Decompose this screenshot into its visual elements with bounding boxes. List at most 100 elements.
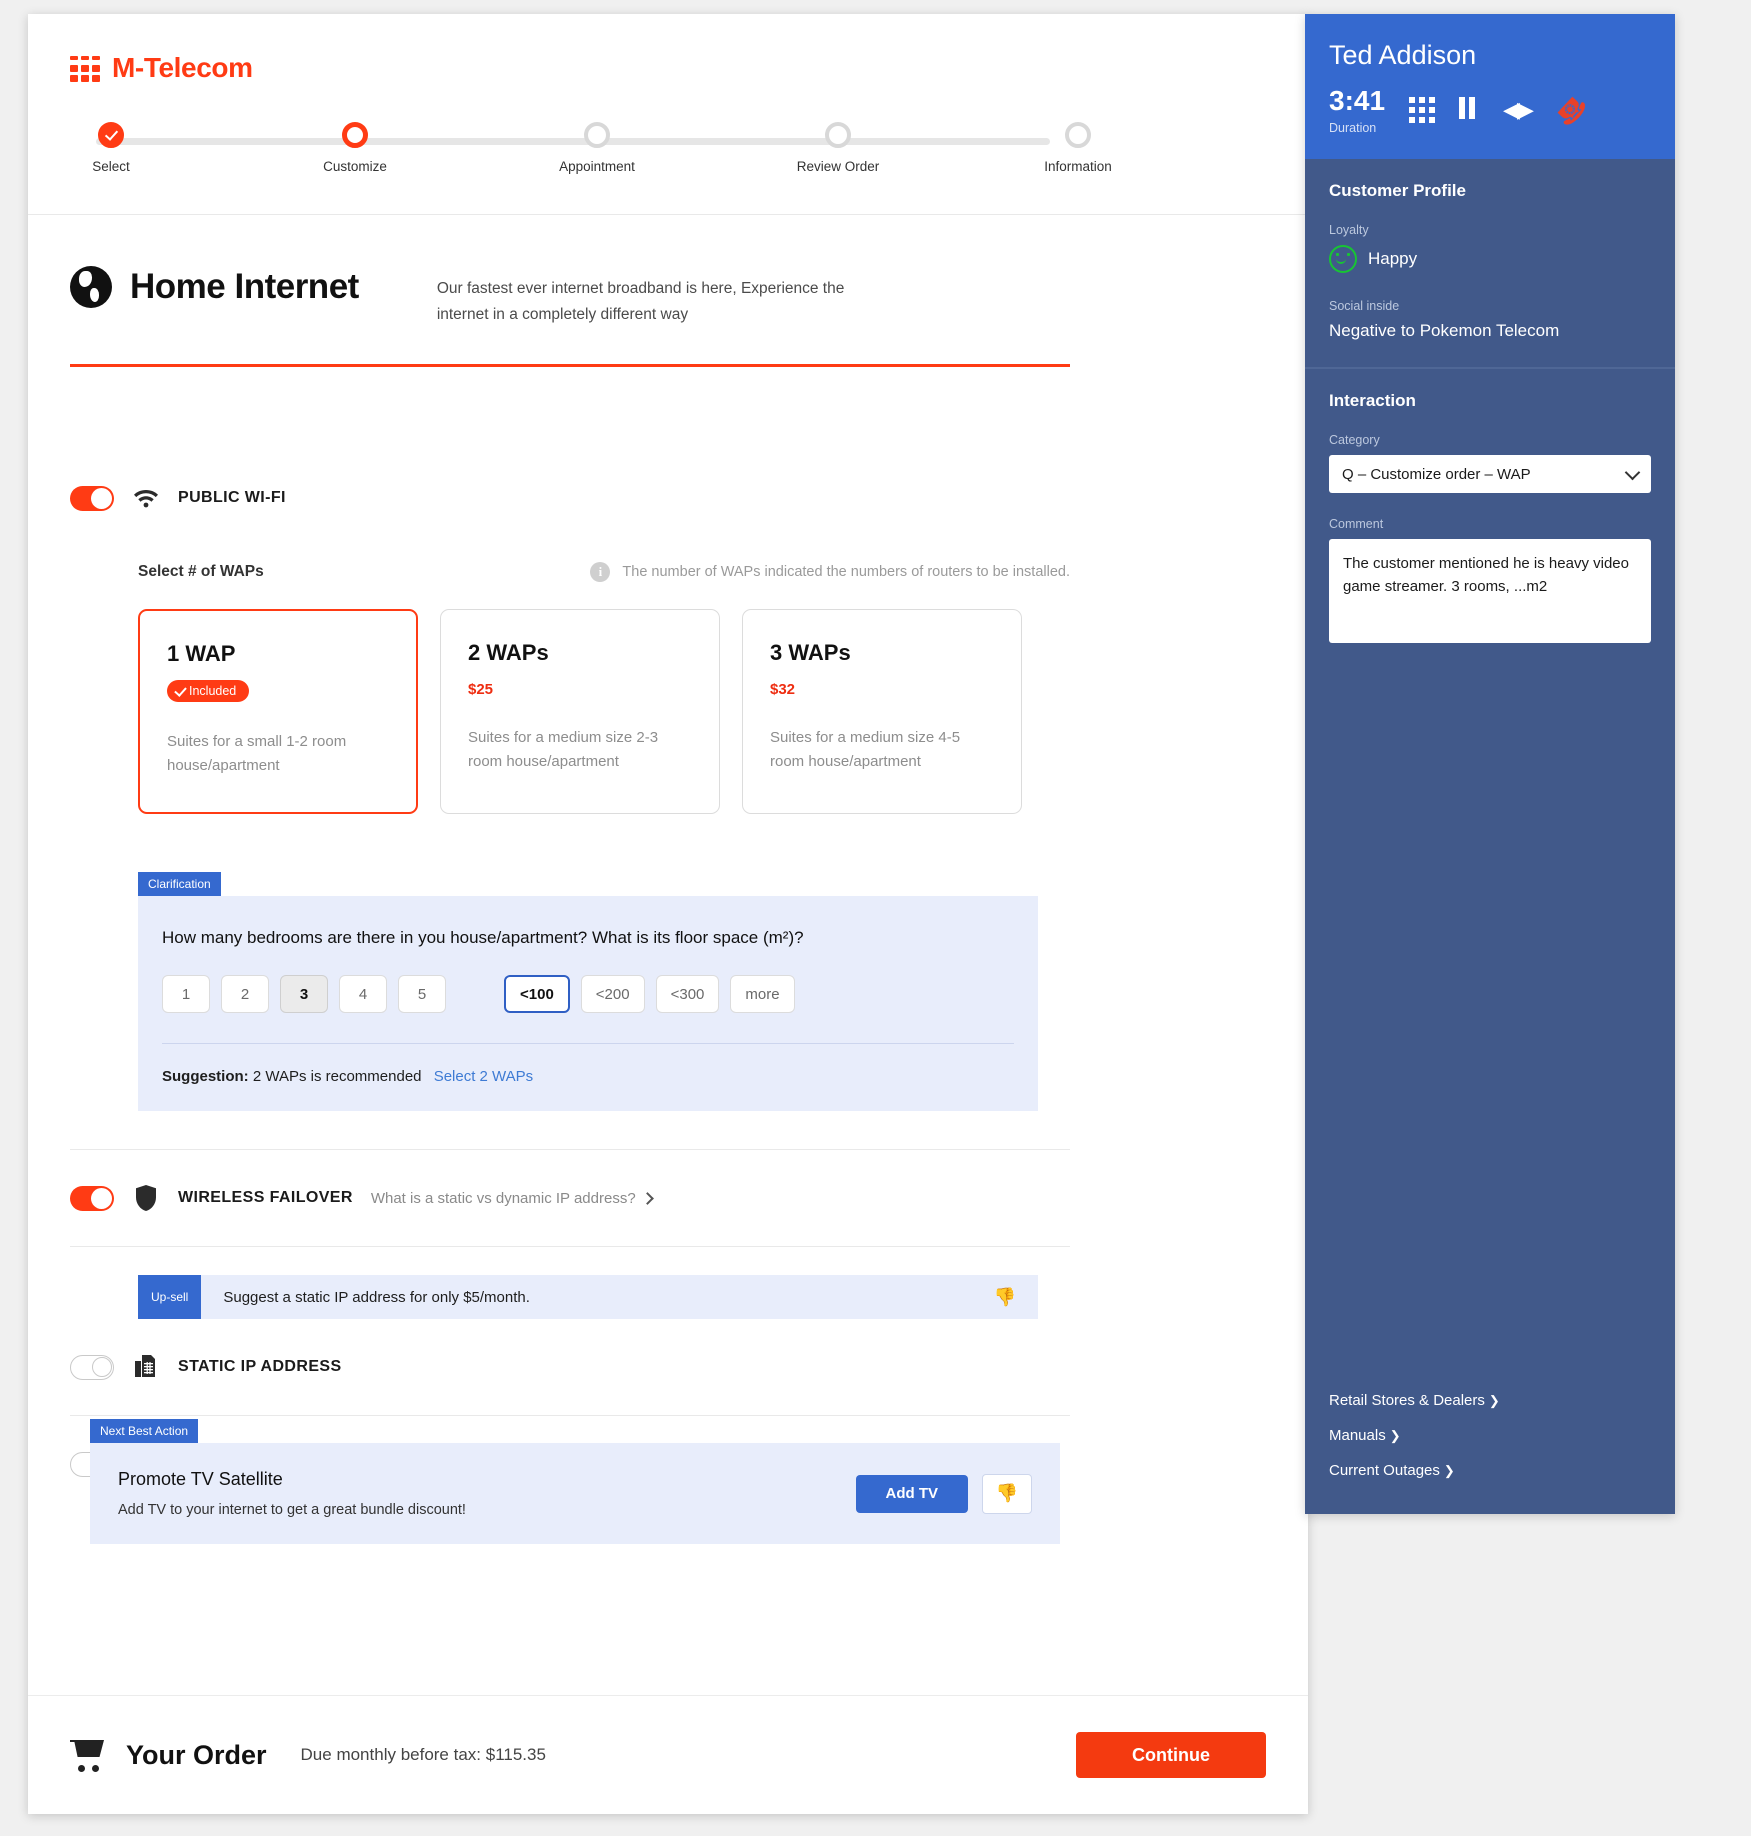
agent-side-panel: Ted Addison 3:41 Duration ◀▶ ☎ Customer … [1305, 14, 1675, 1514]
next-best-action-body: Promote TV Satellite Add TV to your inte… [90, 1443, 1060, 1544]
static-vs-dynamic-link-text: What is a static vs dynamic IP address? [370, 1189, 636, 1207]
step-label: Review Order [796, 159, 880, 174]
chevron-right-icon: ❯ [1389, 1428, 1401, 1443]
wap-card-desc: Suites for a small 1-2 room house/apartm… [167, 733, 347, 774]
link-label: Manuals [1329, 1427, 1386, 1444]
wap-select-header: Select # of WAPs i The number of WAPs in… [138, 562, 1070, 582]
select-2-waps-link[interactable]: Select 2 WAPs [434, 1068, 533, 1085]
step-label: Information [1044, 159, 1112, 174]
chevron-right-icon [640, 1191, 654, 1205]
category-select[interactable]: Q – Customize order – WAP [1329, 455, 1651, 493]
thumbs-down-icon[interactable]: 👎 [994, 1287, 1016, 1308]
header-divider [28, 214, 1308, 215]
upsell-banner: Up-sell Suggest a static IP address for … [138, 1275, 1038, 1319]
accent-rule [70, 364, 1070, 367]
loyalty-value-row: Happy [1329, 245, 1651, 273]
static-ip-toggle[interactable] [70, 1354, 114, 1380]
room-option-1[interactable]: 1 [162, 975, 210, 1013]
transfer-icon[interactable]: ◀▶ [1503, 97, 1534, 123]
wap-card-2[interactable]: 2 WAPs $25 Suites for a medium size 2-3 … [440, 609, 720, 814]
keypad-icon[interactable] [1409, 97, 1436, 123]
link-manuals[interactable]: Manuals ❯ [1329, 1418, 1651, 1453]
fax-icon [132, 1353, 160, 1381]
clarification-suggestion: Suggestion: 2 WAPs is recommended Select… [162, 1068, 1014, 1085]
social-value: Negative to Pokemon Telecom [1329, 321, 1560, 340]
panel-quick-links: Retail Stores & Dealers ❯ Manuals ❯ Curren… [1305, 1383, 1675, 1514]
step-select[interactable]: Select [51, 114, 171, 174]
call-header: Ted Addison 3:41 Duration ◀▶ ☎ [1305, 14, 1675, 159]
wap-card-desc: Suites for a medium size 4-5 room house/… [770, 729, 961, 770]
next-best-action-subtitle: Add TV to your internet to get a great b… [118, 1502, 466, 1518]
public-wifi-label: PUBLIC WI-FI [178, 489, 286, 506]
check-icon [174, 683, 187, 697]
info-icon[interactable]: i [590, 562, 611, 582]
chevron-right-icon: ❯ [1443, 1463, 1455, 1478]
public-wifi-row: PUBLIC WI-FI [70, 484, 1070, 512]
progress-stepper: Select Customize Appointment Review Orde… [70, 114, 1112, 194]
included-badge-label: Included [189, 684, 237, 698]
public-wifi-toggle[interactable] [70, 485, 114, 511]
link-current-outages[interactable]: Current Outages ❯ [1329, 1453, 1651, 1488]
step-dot-done-icon [98, 122, 124, 148]
step-information[interactable]: Information [1018, 114, 1138, 174]
area-option-lt100[interactable]: <100 [504, 975, 570, 1013]
static-ip-label: STATIC IP ADDRESS [178, 1358, 342, 1375]
area-option-lt200[interactable]: <200 [580, 975, 645, 1013]
call-duration: 3:41 Duration [1329, 85, 1385, 135]
add-tv-button[interactable]: Add TV [855, 1474, 968, 1513]
hangup-icon[interactable]: ☎ [1549, 88, 1593, 132]
step-appointment[interactable]: Appointment [537, 114, 657, 174]
wap-select-label: Select # of WAPs [138, 563, 264, 580]
order-footer: Your Order Due monthly before tax: $115.… [28, 1695, 1308, 1814]
wap-info: i The number of WAPs indicated the numbe… [590, 562, 1070, 582]
wireless-failover-row: WIRELESS FAILOVER What is a static vs dy… [70, 1150, 1070, 1246]
screenshot-root: M-Telecom Select Customize Appointment R… [0, 0, 1751, 1836]
wap-card-title: 1 WAP [167, 641, 236, 666]
wap-card-1[interactable]: 1 WAP Included Suites for a small 1-2 ro… [138, 609, 418, 814]
link-retail-stores[interactable]: Retail Stores & Dealers ❯ [1329, 1383, 1651, 1418]
public-wifi-section: PUBLIC WI-FI Select # of WAPs i The numb… [70, 484, 1070, 1111]
customer-profile-section: Customer Profile Loyalty Happy Social in… [1305, 159, 1675, 367]
product-header: Home Internet Our fastest ever internet … [70, 262, 857, 328]
static-vs-dynamic-link[interactable]: What is a static vs dynamic IP address? [370, 1189, 654, 1207]
comment-textarea[interactable]: The customer mentioned he is heavy video… [1329, 539, 1651, 643]
static-ip-row: STATIC IP ADDRESS [70, 1319, 1070, 1415]
category-label: Category [1329, 433, 1380, 447]
order-due-text: Due monthly before tax: $115.35 [300, 1745, 546, 1764]
loyalty-value: Happy [1368, 249, 1418, 268]
wifi-icon [132, 484, 160, 512]
step-customize[interactable]: Customize [295, 114, 415, 174]
clarification-panel: Clarification How many bedrooms are ther… [138, 872, 1038, 1111]
step-dot-icon [584, 122, 610, 148]
cart-icon [70, 1738, 110, 1772]
loyalty-label: Loyalty [1329, 223, 1369, 237]
wap-card-3[interactable]: 3 WAPs $32 Suites for a medium size 4-5 … [742, 609, 1022, 814]
room-option-5[interactable]: 5 [398, 975, 446, 1013]
clarification-tag: Clarification [138, 872, 221, 896]
room-option-2[interactable]: 2 [221, 975, 269, 1013]
next-best-action-title: Promote TV Satellite [118, 1469, 283, 1489]
globe-icon [70, 266, 112, 308]
interaction-heading: Interaction [1329, 391, 1416, 410]
room-option-3[interactable]: 3 [280, 975, 328, 1013]
area-option-more[interactable]: more [730, 975, 795, 1013]
clarification-body: How many bedrooms are there in you house… [138, 896, 1038, 1111]
thumbs-down-icon[interactable]: 👎 [982, 1473, 1032, 1514]
pause-icon[interactable] [1459, 96, 1479, 124]
step-review-order[interactable]: Review Order [778, 114, 898, 174]
continue-button[interactable]: Continue [1076, 1732, 1266, 1778]
room-option-4[interactable]: 4 [339, 975, 387, 1013]
category-select-value: Q – Customize order – WAP [1342, 465, 1531, 483]
wap-card-title: 2 WAPs [468, 640, 549, 665]
step-dot-current-icon [342, 122, 368, 148]
chevron-down-icon [1624, 464, 1641, 481]
included-badge: Included [167, 680, 250, 702]
area-option-lt300[interactable]: <300 [655, 975, 720, 1013]
wireless-failover-toggle[interactable] [70, 1185, 114, 1211]
wap-option-cards: 1 WAP Included Suites for a small 1-2 ro… [138, 609, 1070, 814]
chevron-right-icon: ❯ [1488, 1393, 1500, 1408]
wap-card-price: $25 [468, 681, 494, 698]
clarification-question: How many bedrooms are there in you house… [162, 928, 804, 947]
brand-logo[interactable]: M-Telecom [70, 52, 253, 84]
next-best-action-actions: Add TV 👎 [855, 1473, 1032, 1514]
